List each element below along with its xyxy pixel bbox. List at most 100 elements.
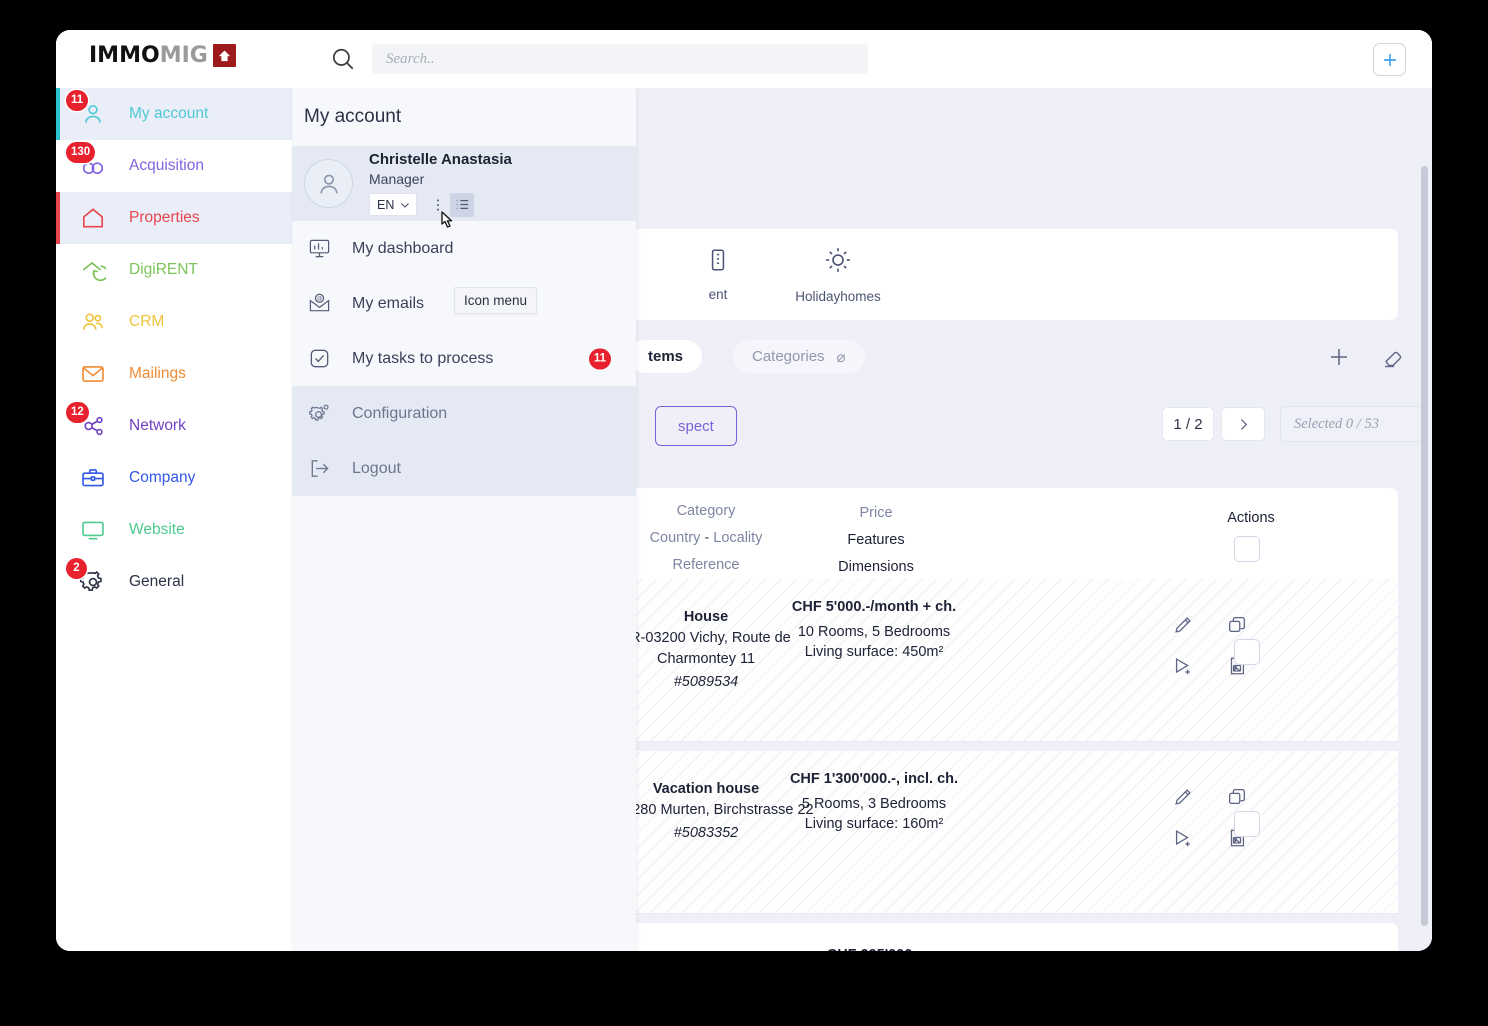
- language-select-value: EN: [377, 197, 395, 212]
- chip-categories[interactable]: Categories ⌀: [733, 340, 865, 373]
- scrollbar-thumb[interactable]: [1421, 166, 1428, 926]
- building-icon: [705, 247, 731, 278]
- account-user-role: Manager: [369, 170, 425, 187]
- menu-item-configuration-label: Configuration: [352, 404, 448, 422]
- gear-icon: [304, 402, 334, 425]
- sun-icon: [823, 245, 853, 280]
- sidebar-item-crm[interactable]: CRM: [56, 296, 292, 348]
- tab-0[interactable]: ent: [658, 247, 778, 302]
- sidebar-item-6-icon: 12: [66, 402, 108, 441]
- sidebar-nav: 11 My account 130 Acquisition Properties Digi…: [56, 88, 292, 951]
- sidebar-item-general[interactable]: 2 General: [56, 556, 292, 608]
- account-dropdown-panel: My account Christelle Anastasia Manager …: [292, 88, 636, 951]
- menu-item-configuration[interactable]: Configuration: [292, 386, 636, 441]
- sidebar-item-6-badge: 12: [66, 402, 89, 423]
- property-dimensions: Living surface: 450m²: [804, 644, 944, 660]
- prospect-button[interactable]: spect: [655, 406, 737, 446]
- sidebar-item-3-icon: [78, 255, 108, 285]
- menu-item-logout[interactable]: Logout: [292, 441, 636, 496]
- avatar[interactable]: [304, 159, 353, 208]
- menu-item-my-tasks-label: My tasks to process: [352, 349, 494, 367]
- eraser-icon[interactable]: [1379, 343, 1407, 371]
- active-indicator: [56, 88, 60, 140]
- chevron-down-icon: [401, 202, 409, 208]
- account-menu-secondary: Configuration Logout: [292, 386, 636, 496]
- active-indicator: [56, 192, 60, 244]
- sidebar-item-7-icon: [78, 463, 108, 493]
- chip-categories-clear-icon[interactable]: ⌀: [837, 348, 846, 366]
- icon-menu-toggle[interactable]: [450, 192, 474, 217]
- sidebar-item-5-label: Mailings: [129, 365, 186, 382]
- sidebar-item-6-label: Network: [129, 417, 186, 434]
- row-checkbox[interactable]: [1234, 811, 1260, 837]
- tab-holidayhomes-label: Holidayhomes: [795, 289, 881, 304]
- next-page-button[interactable]: [1221, 407, 1265, 441]
- publish-icon[interactable]: [1172, 827, 1212, 854]
- copy-icon[interactable]: [1226, 786, 1266, 813]
- property-features: 5 Rooms, 3 Bedrooms: [801, 796, 947, 812]
- task-check-icon: [304, 347, 334, 370]
- sidebar-item-4-icon: [78, 307, 108, 337]
- immomig-logo[interactable]: IMMO MIG: [89, 42, 236, 68]
- icon-menu-tooltip: Icon menu: [454, 287, 538, 314]
- add-button[interactable]: [1373, 43, 1406, 76]
- sidebar-item-0-label: My account: [129, 105, 209, 122]
- app-body: ent Holidayhomes tems Categories ⌀ spect…: [56, 88, 1432, 951]
- sidebar-item-properties[interactable]: Properties: [56, 192, 292, 244]
- th-price: Price: [859, 505, 893, 521]
- page-indicator[interactable]: 1 / 2: [1162, 407, 1214, 441]
- property-price: CHF 995'000.-: [784, 945, 964, 951]
- sidebar-item-1-label: Acquisition: [129, 157, 204, 174]
- th-country: Country: [649, 530, 701, 546]
- sidebar-item-0-badge: 11: [66, 90, 89, 111]
- property-price: CHF 1'300'000.-, incl. ch.: [789, 771, 959, 787]
- publish-icon[interactable]: [1172, 655, 1212, 682]
- menu-item-my-emails-label: My emails: [352, 294, 425, 312]
- page-scrollbar[interactable]: [1421, 146, 1428, 951]
- account-user-card: Christelle Anastasia Manager EN: [292, 146, 636, 228]
- sidebar-item-5-icon: [78, 359, 108, 389]
- menu-item-logout-label: Logout: [352, 459, 401, 477]
- chip-all-items[interactable]: tems: [629, 340, 703, 373]
- selection-dropdown[interactable]: Selected 0 / 53: [1280, 406, 1422, 442]
- account-user-name: Christelle Anastasia: [369, 150, 512, 168]
- sidebar-item-mailings[interactable]: Mailings: [56, 348, 292, 400]
- sidebar-item-1-badge: 130: [66, 142, 96, 163]
- edit-icon[interactable]: [1172, 786, 1212, 813]
- th-price-group: Price Features Dimensions: [756, 500, 996, 581]
- copy-icon[interactable]: [1226, 614, 1266, 641]
- sidebar-item-network[interactable]: 12 Network: [56, 400, 292, 452]
- property-price-cell: CHF 5'000.-/month + ch. 10 Rooms, 5 Bedro…: [784, 597, 964, 662]
- select-all-checkbox[interactable]: [1234, 536, 1260, 562]
- sidebar-item-website[interactable]: Website: [56, 504, 292, 556]
- sidebar-item-4-label: CRM: [129, 313, 165, 330]
- property-price-cell: CHF 995'000.-: [784, 945, 964, 951]
- sidebar-item-9-badge: 2: [66, 558, 87, 579]
- chip-categories-label: Categories: [752, 348, 825, 365]
- sidebar-item-9-icon: 2: [66, 558, 108, 597]
- selection-dropdown-label: Selected 0 / 53: [1294, 415, 1379, 432]
- pagination: 1 / 2 Selected 0 / 53: [1162, 406, 1422, 442]
- sidebar-item-digirent[interactable]: DigiRENT: [56, 244, 292, 296]
- sidebar-item-company[interactable]: Company: [56, 452, 292, 504]
- tab-holidayhomes[interactable]: Holidayhomes: [778, 245, 898, 304]
- menu-item-my-tasks[interactable]: My tasks to process 11: [292, 331, 636, 386]
- add-property-icon[interactable]: [1325, 343, 1353, 371]
- language-select[interactable]: EN: [369, 193, 417, 216]
- row-checkbox[interactable]: [1234, 639, 1260, 665]
- sidebar-item-2-icon: [78, 203, 108, 233]
- search-input[interactable]: [372, 44, 868, 74]
- sidebar-item-my-account[interactable]: 11 My account: [56, 88, 292, 140]
- account-panel-title: My account: [304, 106, 402, 127]
- sidebar-item-8-icon: [78, 515, 108, 545]
- sidebar-item-acquisition[interactable]: 130 Acquisition: [56, 140, 292, 192]
- kebab-menu-icon[interactable]: [426, 193, 450, 217]
- property-features: 10 Rooms, 5 Bedrooms: [797, 624, 951, 640]
- email-icon: @: [304, 292, 334, 315]
- house-logo-icon: [212, 43, 236, 67]
- menu-item-my-dashboard[interactable]: My dashboard: [292, 221, 636, 276]
- th-dimensions: Dimensions: [838, 559, 914, 575]
- svg-text:@: @: [316, 296, 321, 302]
- edit-icon[interactable]: [1172, 614, 1212, 641]
- th-dash: -: [704, 530, 710, 546]
